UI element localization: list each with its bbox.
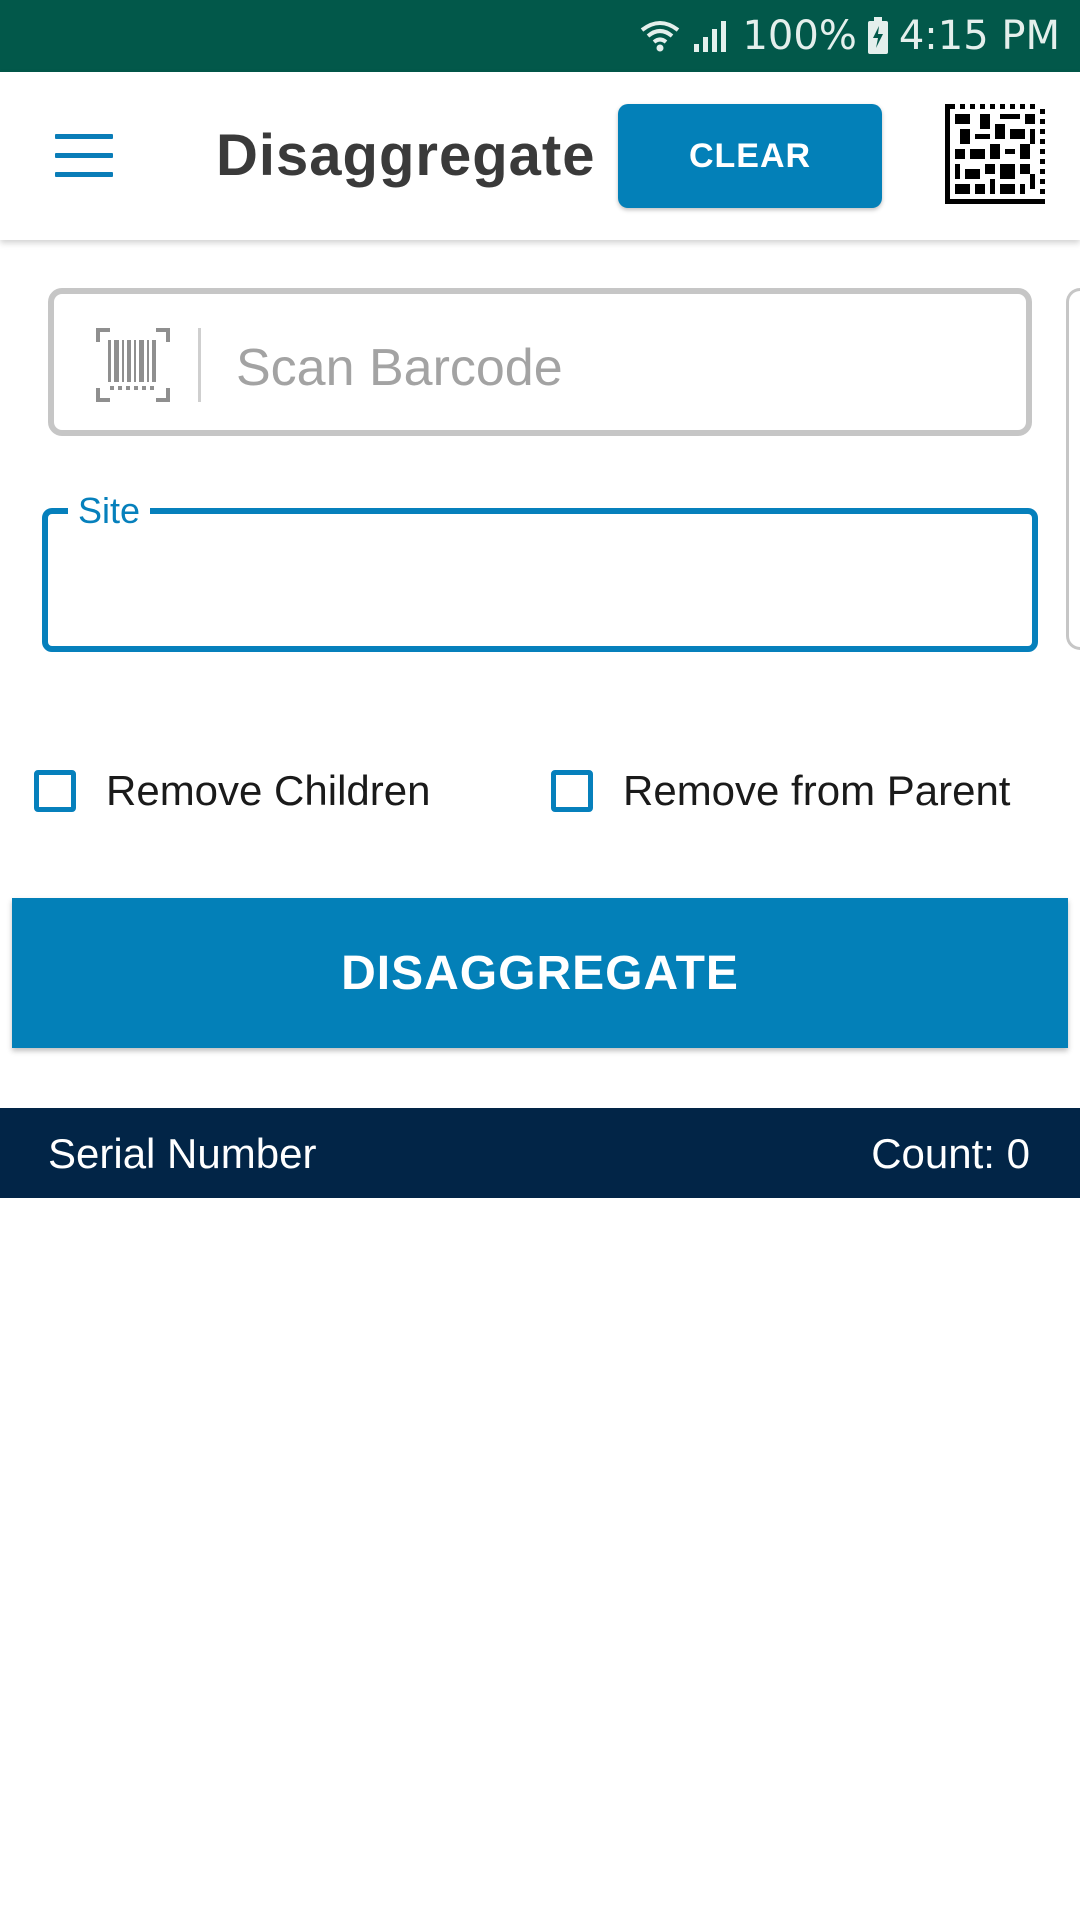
remove-children-checkbox[interactable] xyxy=(34,770,76,812)
remove-from-parent-label: Remove from Parent xyxy=(623,767,1011,814)
datamatrix-code-icon[interactable] xyxy=(945,104,1045,204)
remove-from-parent-checkbox-row[interactable]: Remove from Parent xyxy=(551,766,1010,816)
battery-charging-icon xyxy=(867,17,889,55)
wifi-icon xyxy=(638,18,682,54)
clear-button[interactable]: CLEAR xyxy=(618,104,882,208)
scan-barcode-input[interactable]: Scan Barcode xyxy=(48,288,1032,436)
side-panel-edge xyxy=(1066,288,1080,650)
site-label: Site xyxy=(68,490,151,532)
list-header: Serial Number Count: 0 xyxy=(0,1108,1080,1198)
barcode-icon xyxy=(96,328,170,407)
disaggregate-button[interactable]: DISAGGREGATE xyxy=(12,898,1068,1048)
hamburger-menu-icon[interactable] xyxy=(55,134,113,178)
item-count: Count: 0 xyxy=(871,1130,1030,1177)
remove-children-checkbox-row[interactable]: Remove Children xyxy=(34,766,430,816)
serial-number-column-header: Serial Number xyxy=(48,1130,317,1177)
field-divider xyxy=(198,328,201,402)
site-input[interactable] xyxy=(42,508,1038,652)
signal-icon xyxy=(692,18,732,54)
remove-children-label: Remove Children xyxy=(106,767,431,814)
status-bar: 100% 4:15 PM xyxy=(0,0,1080,72)
battery-percent: 100% xyxy=(742,13,857,59)
page-title: Disaggregate xyxy=(216,123,596,188)
clock: 4:15 PM xyxy=(898,13,1060,59)
remove-from-parent-checkbox[interactable] xyxy=(551,770,593,812)
app-bar: Disaggregate CLEAR xyxy=(0,72,1080,240)
scan-barcode-placeholder: Scan Barcode xyxy=(236,339,563,397)
